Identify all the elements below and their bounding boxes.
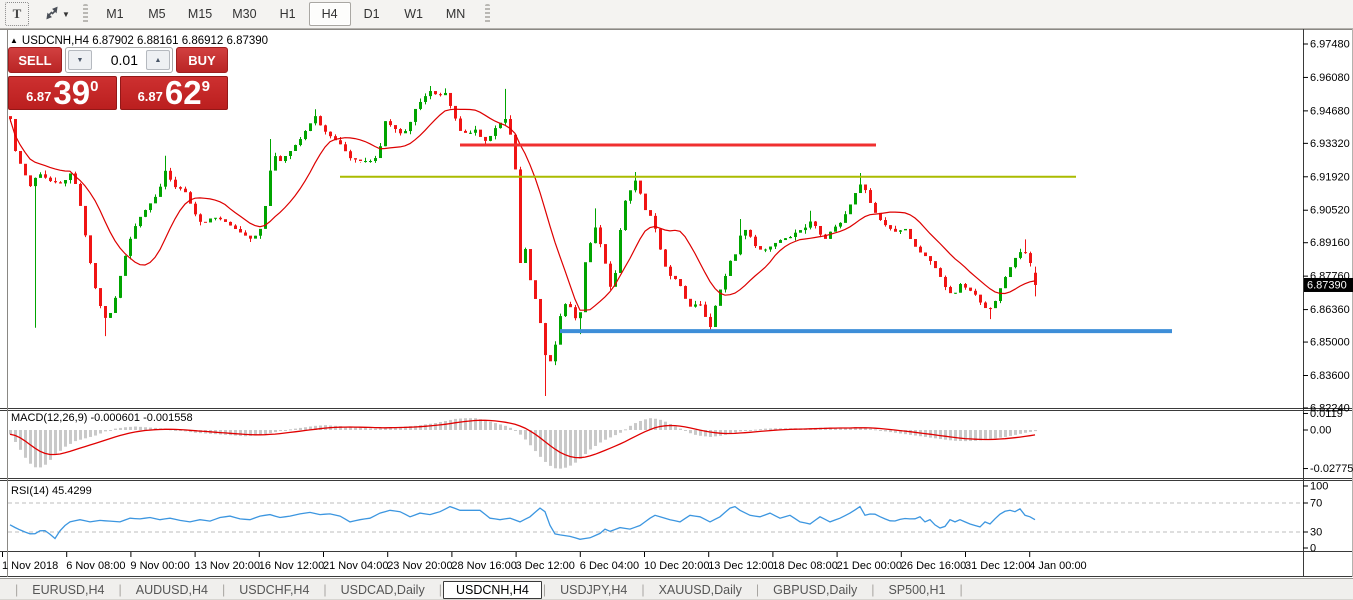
- crossed-arrows-icon: [44, 6, 60, 23]
- svg-text:6.93320: 6.93320: [1310, 138, 1350, 150]
- svg-text:13 Dec 12:00: 13 Dec 12:00: [708, 560, 773, 572]
- svg-text:26 Dec 16:00: 26 Dec 16:00: [901, 560, 966, 572]
- svg-text:6.97480: 6.97480: [1310, 38, 1350, 50]
- svg-text:9 Nov 00:00: 9 Nov 00:00: [130, 560, 189, 572]
- toolbar-gripper[interactable]: [83, 4, 88, 24]
- svg-text:30: 30: [1310, 527, 1322, 539]
- timeframe-button-H4[interactable]: H4: [309, 2, 351, 26]
- chart-symbol: USDCNH,H4: [22, 35, 89, 47]
- chart-tab-eurusd[interactable]: EURUSD,H4: [19, 582, 117, 598]
- tab-separator: |: [641, 583, 644, 597]
- svg-text:100: 100: [1310, 481, 1328, 493]
- svg-text:0.00: 0.00: [1310, 425, 1331, 437]
- svg-text:6.94680: 6.94680: [1310, 105, 1350, 117]
- timeframe-button-D1[interactable]: D1: [351, 2, 393, 26]
- chart-tab-usdjpy[interactable]: USDJPY,H4: [547, 582, 640, 598]
- tab-separator: |: [543, 583, 546, 597]
- chevron-down-icon: ▼: [62, 10, 70, 19]
- svg-text:6 Nov 08:00: 6 Nov 08:00: [66, 560, 125, 572]
- macd-label: MACD(12,26,9) -0.000601 -0.001558: [11, 412, 193, 424]
- chart-canvas[interactable]: 6.97480 6.96080 6.94680 6.93320 6.91920 6.905…: [0, 29, 1353, 578]
- timeframe-button-H1[interactable]: H1: [267, 2, 309, 26]
- chart-frame: [0, 29, 1353, 577]
- one-click-trade-panel: SELL ▼ 0.01 ▲ BUY 6.87 39 0 6.87 62 9: [8, 47, 228, 110]
- triangle-up-icon: ▲: [10, 36, 18, 45]
- svg-text:6.86360: 6.86360: [1310, 304, 1350, 316]
- ask-price-main: 62: [165, 78, 202, 108]
- svg-text:13 Nov 20:00: 13 Nov 20:00: [195, 560, 260, 572]
- svg-text:16 Nov 12:00: 16 Nov 12:00: [259, 560, 324, 572]
- svg-text:3 Dec 12:00: 3 Dec 12:00: [516, 560, 575, 572]
- ask-price-button[interactable]: 6.87 62 9: [120, 76, 229, 110]
- bid-price-prefix: 6.87: [26, 89, 51, 104]
- svg-text:6.87390: 6.87390: [1307, 279, 1347, 291]
- svg-text:10 Dec 20:00: 10 Dec 20:00: [644, 560, 709, 572]
- toolbar: T ▼ M1M5M15M30H1H4D1W1MN: [0, 0, 1353, 29]
- current-price-tag: 6.87390: [1304, 278, 1353, 292]
- svg-text:31 Dec 12:00: 31 Dec 12:00: [965, 560, 1030, 572]
- svg-text:6.96080: 6.96080: [1310, 72, 1350, 84]
- lot-size-input[interactable]: 0.01: [94, 48, 144, 72]
- svg-text:21 Nov 04:00: 21 Nov 04:00: [323, 560, 388, 572]
- svg-text:18 Dec 08:00: 18 Dec 08:00: [772, 560, 837, 572]
- sell-button[interactable]: SELL: [8, 47, 62, 73]
- svg-text:0: 0: [1310, 543, 1316, 555]
- svg-text:6.85000: 6.85000: [1310, 337, 1350, 349]
- chart-tab-xauusd[interactable]: XAUUSD,Daily: [646, 582, 755, 598]
- symbol-tab-bar: |EURUSD,H4|AUDUSD,H4|USDCHF,H4|USDCAD,Da…: [0, 578, 1353, 600]
- svg-text:6.90520: 6.90520: [1310, 205, 1350, 217]
- lot-increase-button[interactable]: ▲: [146, 50, 170, 70]
- svg-text:4 Jan 00:00: 4 Jan 00:00: [1029, 560, 1087, 572]
- svg-text:6 Dec 04:00: 6 Dec 04:00: [580, 560, 639, 572]
- svg-text:-0.027754: -0.027754: [1310, 463, 1353, 475]
- tab-separator: |: [15, 583, 18, 597]
- buy-button[interactable]: BUY: [176, 47, 228, 73]
- svg-text:6.83600: 6.83600: [1310, 370, 1350, 382]
- timeframe-button-M5[interactable]: M5: [136, 2, 178, 26]
- timeframe-button-W1[interactable]: W1: [393, 2, 435, 26]
- tab-separator: |: [756, 583, 759, 597]
- chart-tab-usdchf[interactable]: USDCHF,H4: [226, 582, 322, 598]
- chart-title: ▲ USDCNH,H4 6.87902 6.88161 6.86912 6.873…: [10, 35, 268, 47]
- rsi-label: RSI(14) 45.4299: [11, 485, 92, 497]
- chart-tab-usdcnh[interactable]: USDCNH,H4: [443, 581, 542, 599]
- tab-separator: |: [439, 583, 442, 597]
- svg-text:23 Nov 20:00: 23 Nov 20:00: [387, 560, 452, 572]
- timeframe-button-M30[interactable]: M30: [222, 2, 266, 26]
- timeframe-button-M1[interactable]: M1: [94, 2, 136, 26]
- trading-terminal-window: T ▼ M1M5M15M30H1H4D1W1MN 6.974806.960806…: [0, 0, 1353, 600]
- svg-text:21 Dec 00:00: 21 Dec 00:00: [837, 560, 902, 572]
- bid-price-pip: 0: [90, 78, 98, 95]
- svg-text:6.91920: 6.91920: [1310, 171, 1350, 183]
- bid-price-main: 39: [53, 78, 90, 108]
- chart-tab-usdcad[interactable]: USDCAD,Daily: [328, 582, 438, 598]
- ask-price-pip: 9: [202, 78, 210, 95]
- tab-separator: |: [871, 583, 874, 597]
- svg-text:1 Nov 2018: 1 Nov 2018: [2, 560, 58, 572]
- shapes-tool-button[interactable]: ▼: [39, 2, 75, 26]
- timeframe-buttons: M1M5M15M30H1H4D1W1MN: [94, 2, 477, 26]
- text-tool-button[interactable]: T: [5, 2, 29, 26]
- tab-separator: |: [119, 583, 122, 597]
- chart-ohlc: 6.87902 6.88161 6.86912 6.87390: [92, 35, 268, 47]
- toolbar-gripper[interactable]: [485, 4, 490, 24]
- timeframe-button-M15[interactable]: M15: [178, 2, 222, 26]
- timeframe-button-MN[interactable]: MN: [435, 2, 477, 26]
- svg-text:28 Nov 16:00: 28 Nov 16:00: [451, 560, 516, 572]
- tab-separator: |: [323, 583, 326, 597]
- svg-text:0.0119: 0.0119: [1310, 408, 1343, 420]
- ask-price-prefix: 6.87: [138, 89, 163, 104]
- svg-text:6.89160: 6.89160: [1310, 237, 1350, 249]
- lot-decrease-button[interactable]: ▼: [68, 50, 92, 70]
- svg-text:70: 70: [1310, 498, 1322, 510]
- tab-separator: |: [222, 583, 225, 597]
- lot-size-box: ▼ 0.01 ▲: [65, 47, 173, 73]
- bid-price-button[interactable]: 6.87 39 0: [8, 76, 117, 110]
- chart-tab-audusd[interactable]: AUDUSD,H4: [123, 582, 221, 598]
- chart-tab-gbpusd[interactable]: GBPUSD,Daily: [760, 582, 870, 598]
- tab-separator: |: [959, 583, 962, 597]
- chart-tab-sp500[interactable]: SP500,H1: [875, 582, 958, 598]
